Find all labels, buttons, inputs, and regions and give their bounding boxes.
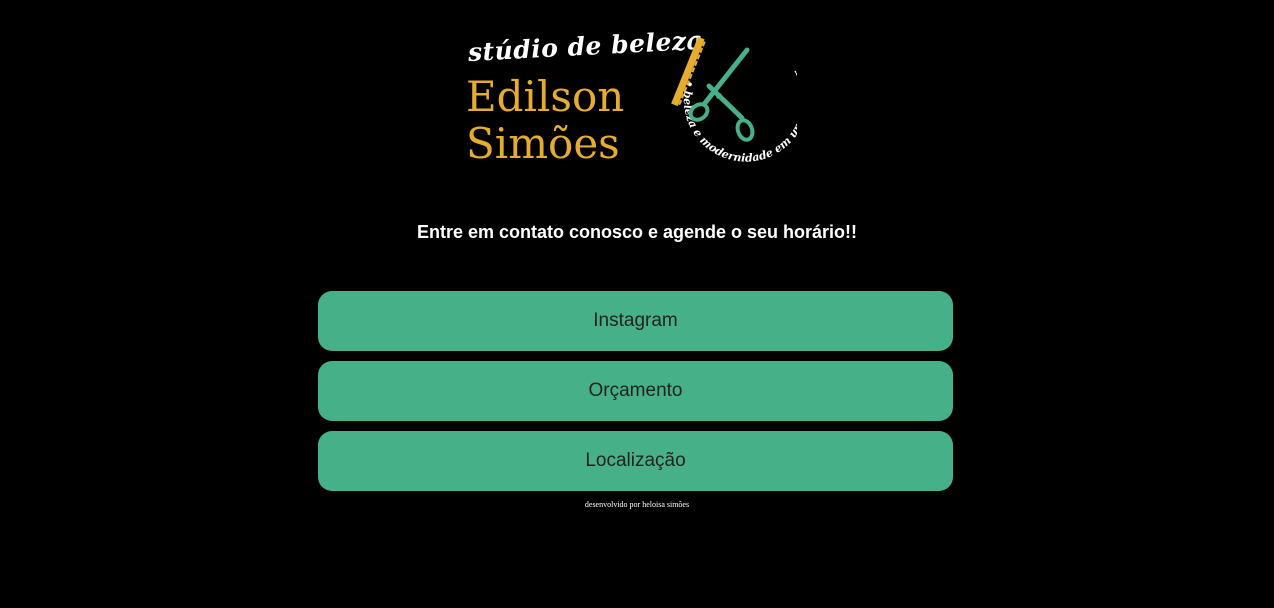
- developer-credit: desenvolvido por heloisa simões: [584, 500, 690, 509]
- instagram-button[interactable]: Instagram: [318, 291, 953, 351]
- logo-emblem: • beleza e modernidade em um só lugar: [671, 36, 797, 165]
- contact-tagline: Entre em contato conosco e agende o seu …: [416, 222, 858, 242]
- orcamento-button[interactable]: Orçamento: [318, 361, 953, 421]
- brand-logo: stúdio de beleza Edilson Simões • beleza…: [462, 26, 802, 173]
- logo-name-first: Edilson: [466, 72, 625, 121]
- localizacao-button[interactable]: Localização: [318, 431, 953, 491]
- logo-name-last: Simões: [466, 119, 620, 168]
